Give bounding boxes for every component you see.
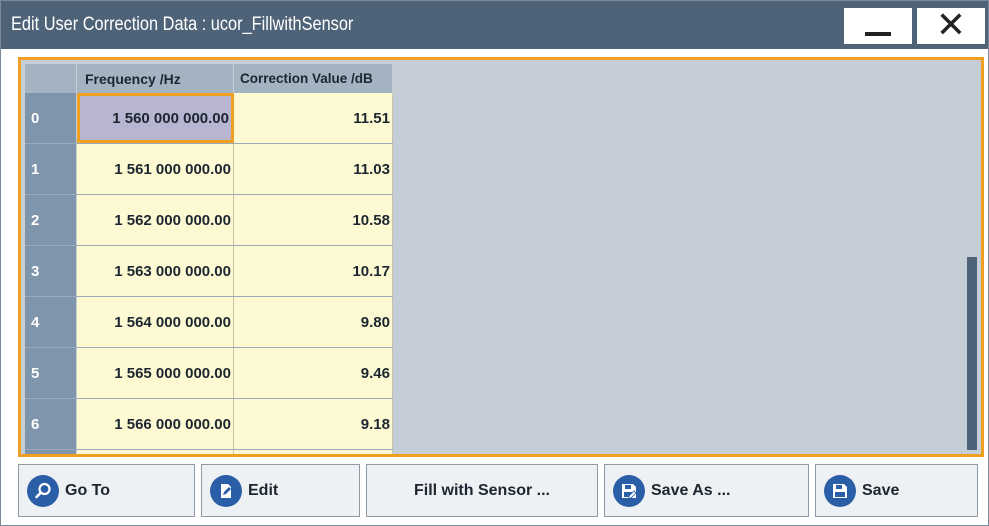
edit-document-icon (210, 474, 242, 507)
table-row[interactable]: 01 560 000 000.00 11.51 (25, 93, 393, 144)
row-index: 4 (25, 297, 77, 347)
table-row[interactable]: 11 561 000 000.00 11.03 (25, 144, 393, 195)
save-icon (824, 474, 856, 507)
frequency-cell (77, 450, 234, 454)
correction-table[interactable]: Frequency /Hz Correction Value /dB 01 56… (18, 57, 984, 457)
table-row-partial (25, 450, 393, 454)
header-index (25, 64, 77, 93)
goto-label: Go To (65, 481, 111, 499)
title-bar: Edit User Correction Data : ucor_Fillwit… (1, 1, 988, 49)
correction-cell[interactable]: 9.18 (234, 399, 393, 449)
row-index: 2 (25, 195, 77, 245)
edit-label: Edit (248, 481, 279, 499)
scrollbar-thumb[interactable] (967, 257, 977, 450)
button-bar: Go To Edit Fill with Sensor ... Save As … (18, 463, 984, 520)
table-row[interactable]: 41 564 000 000.00 9.80 (25, 297, 393, 348)
row-index: 1 (25, 144, 77, 194)
frequency-cell[interactable]: 1 566 000 000.00 (77, 399, 234, 449)
frequency-cell[interactable]: 1 560 000 000.00 (77, 93, 234, 143)
edit-user-correction-dialog: Edit User Correction Data : ucor_Fillwit… (0, 0, 989, 526)
header-correction: Correction Value /dB (234, 64, 393, 93)
fill-with-sensor-label: Fill with Sensor ... (413, 481, 550, 499)
correction-cell[interactable]: 11.03 (234, 144, 393, 194)
save-as-button[interactable]: Save As ... (604, 464, 809, 517)
minimize-button[interactable] (843, 7, 913, 45)
correction-cell[interactable]: 9.80 (234, 297, 393, 347)
fill-with-sensor-button[interactable]: Fill with Sensor ... (366, 464, 598, 517)
save-as-label: Save As ... (651, 481, 731, 499)
frequency-cell[interactable]: 1 565 000 000.00 (77, 348, 234, 398)
table-body: 01 560 000 000.00 11.51 1 1 561 000 000.00 1… (25, 93, 393, 450)
correction-cell[interactable]: 10.58 (234, 195, 393, 245)
correction-cell[interactable]: 10.17 (234, 246, 393, 296)
row-index: 0 (25, 93, 77, 143)
correction-cell (234, 450, 393, 454)
goto-button[interactable]: Go To (18, 464, 195, 517)
frequency-cell[interactable]: 1 562 000 000.00 (77, 195, 234, 245)
header-frequency: Frequency /Hz (77, 64, 234, 93)
search-icon (27, 474, 59, 507)
table-grid: Frequency /Hz Correction Value /dB 01 56… (25, 64, 393, 454)
vertical-scrollbar[interactable] (967, 64, 977, 450)
row-index: 3 (25, 246, 77, 296)
dialog-title: Edit User Correction Data : ucor_Fillwit… (11, 14, 354, 35)
table-row[interactable]: 51 565 000 000.00 9.46 (25, 348, 393, 399)
frequency-cell[interactable]: 1 564 000 000.00 (77, 297, 234, 347)
minimize-icon (865, 32, 891, 36)
row-index: 6 (25, 399, 77, 449)
table-row[interactable]: 21 562 000 000.00 10.58 (25, 195, 393, 246)
close-button[interactable]: ✕ (916, 7, 986, 45)
table-row[interactable]: 61 566 000 000.00 9.18 (25, 399, 393, 450)
save-button[interactable]: Save (815, 464, 978, 517)
save-as-icon (613, 474, 645, 507)
edit-button[interactable]: Edit (201, 464, 360, 517)
table-header: Frequency /Hz Correction Value /dB (25, 64, 393, 93)
frequency-cell[interactable]: 1 563 000 000.00 (77, 246, 234, 296)
correction-cell[interactable]: 9.46 (234, 348, 393, 398)
row-index: 5 (25, 348, 77, 398)
save-label: Save (862, 481, 900, 499)
frequency-cell[interactable]: 1 561 000 000.00 (77, 144, 234, 194)
row-index (25, 450, 77, 454)
close-icon: ✕ (935, 5, 967, 46)
correction-cell[interactable]: 11.51 (234, 93, 393, 143)
table-row[interactable]: 31 563 000 000.00 10.17 (25, 246, 393, 297)
